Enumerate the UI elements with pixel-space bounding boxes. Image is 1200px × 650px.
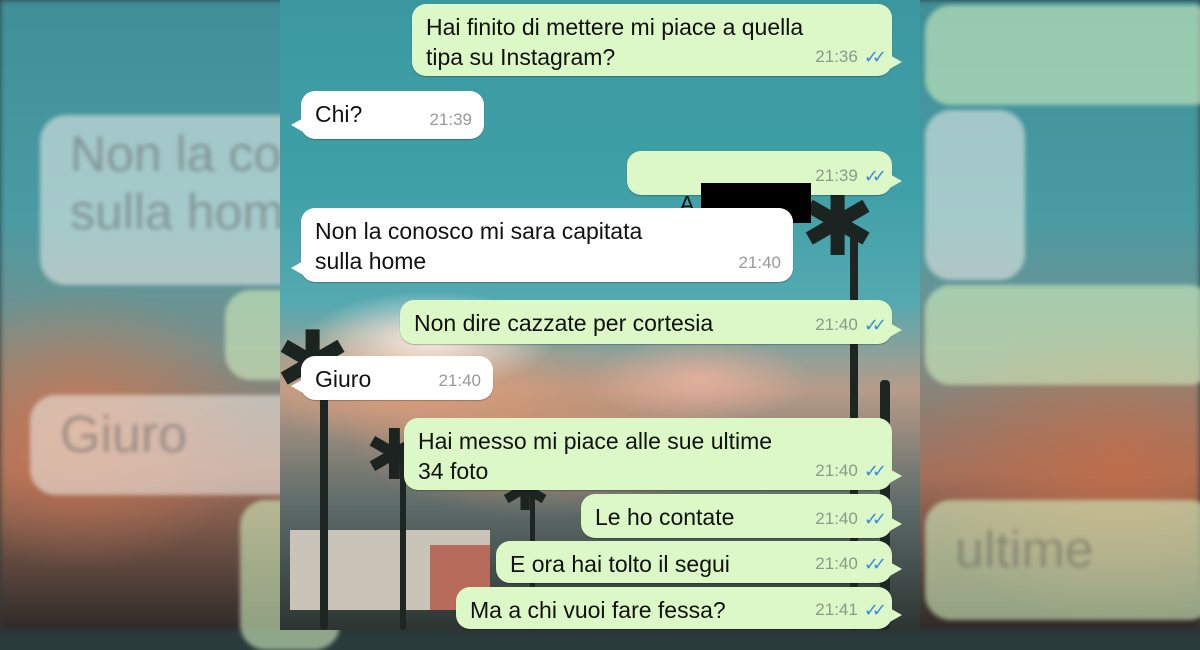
message-meta: 21:39 — [429, 105, 472, 135]
message-time: 21:40 — [815, 509, 858, 528]
ghost-bubble-right-4: ultime — [925, 500, 1200, 620]
message-time: 21:40 — [815, 461, 858, 480]
read-receipt-icon: ✓✓ — [863, 554, 887, 574]
message-text: 34 foto — [418, 458, 489, 484]
bubble-tail — [888, 607, 902, 623]
message-time: 21:39 — [429, 110, 472, 129]
bubble-tail — [888, 516, 902, 532]
message-time: 21:40 — [438, 371, 481, 390]
message-text: Non dire cazzate per cortesia — [414, 310, 714, 336]
bubble-tail — [888, 54, 902, 70]
read-receipt-icon: ✓✓ — [863, 166, 887, 186]
message-text: tipa su Instagram? — [426, 44, 616, 70]
message-meta: 21:40 — [438, 366, 481, 396]
read-receipt-icon: ✓✓ — [863, 315, 887, 335]
message-meta: 21:40 ✓✓ — [815, 549, 887, 579]
ghost-text: ultime — [955, 521, 1094, 579]
message-meta: 21:40 ✓✓ — [815, 504, 887, 534]
bubble-tail — [291, 378, 305, 394]
message-meta: 21:40 — [738, 248, 781, 278]
message-bubble-outgoing[interactable]: Hai finito di mettere mi piace a quella … — [412, 4, 902, 76]
bubble-tail — [888, 468, 902, 484]
message-meta: 21:36 ✓✓ — [815, 42, 887, 72]
message-bubble-outgoing[interactable]: Hai messo mi piace alle sue ultime 34 fo… — [404, 418, 902, 490]
message-bubble-outgoing[interactable]: A 21:39 ✓✓ — [627, 151, 902, 223]
read-receipt-icon: ✓✓ — [863, 600, 887, 620]
ghost-text: Giuro — [60, 406, 188, 464]
read-receipt-icon: ✓✓ — [863, 47, 887, 67]
message-time: 21:40 — [815, 554, 858, 573]
bubble-tail — [888, 322, 902, 338]
ghost-bubble-right-1 — [925, 5, 1200, 105]
ghost-text: Non la co — [70, 126, 282, 182]
message-meta: 21:39 ✓✓ — [815, 161, 887, 191]
message-bubble-outgoing[interactable]: E ora hai tolto il segui 21:40 ✓✓ — [496, 541, 902, 583]
message-meta: 21:40 ✓✓ — [815, 310, 887, 340]
bubble-tail — [291, 117, 305, 133]
read-receipt-icon: ✓✓ — [863, 461, 887, 481]
message-bubble-outgoing[interactable]: Non dire cazzate per cortesia 21:40 ✓✓ — [400, 300, 902, 344]
message-bubble-incoming[interactable]: Chi? 21:39 — [291, 91, 484, 139]
ghost-bubble-right-3 — [925, 285, 1200, 385]
message-bubble-outgoing[interactable]: Le ho contate 21:40 ✓✓ — [581, 494, 902, 538]
message-text: Hai finito di mettere mi piace a quella — [426, 14, 804, 40]
read-receipt-icon: ✓✓ — [863, 509, 887, 529]
message-text: sulla home — [315, 248, 427, 274]
message-time: 21:36 — [815, 47, 858, 66]
bubble-tail — [888, 561, 902, 577]
message-bubble-outgoing[interactable]: Ma a chi vuoi fare fessa? 21:41 ✓✓ — [456, 587, 902, 629]
message-meta: 21:41 ✓✓ — [815, 595, 887, 625]
ghost-text: sulla hom — [70, 184, 284, 240]
message-time: 21:40 — [738, 253, 781, 272]
chat-screen: ✱ ✱ ✱ ✱ Hai finito di mettere mi piace a… — [280, 0, 920, 630]
message-bubble-incoming[interactable]: Giuro 21:40 — [291, 356, 493, 400]
message-time: 21:41 — [815, 600, 858, 619]
message-text: Hai messo mi piace alle sue ultime — [418, 428, 773, 454]
message-bubble-incoming[interactable]: Non la conosco mi sara capitata sulla ho… — [291, 208, 793, 282]
bubble-tail — [291, 260, 305, 276]
message-time: 21:40 — [815, 315, 858, 334]
bubble-tail — [888, 173, 902, 189]
message-meta: 21:40 ✓✓ — [815, 456, 887, 486]
message-time: 21:39 — [815, 166, 858, 185]
message-text: Non la conosco mi sara capitata — [315, 218, 643, 244]
ghost-bubble-right-2 — [925, 110, 1025, 280]
